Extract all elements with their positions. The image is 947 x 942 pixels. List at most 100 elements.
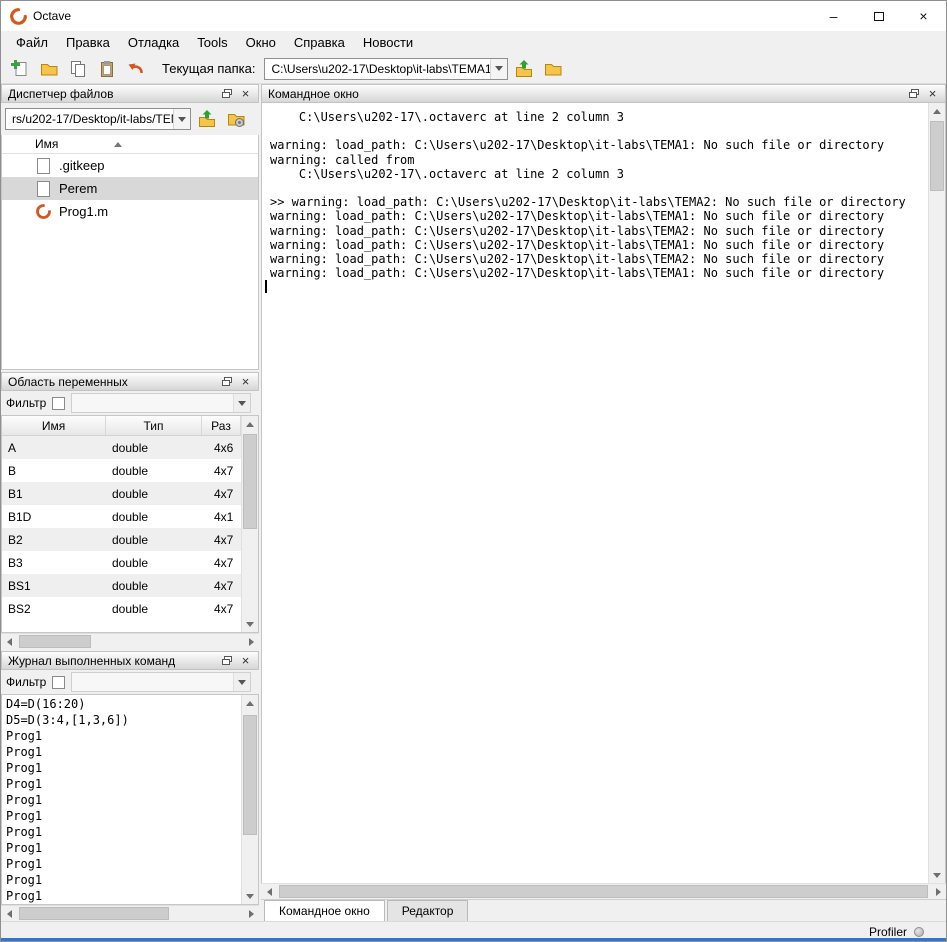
column-header-size[interactable]: Раз: [202, 416, 241, 435]
history-item[interactable]: Prog1: [2, 760, 241, 776]
history-item[interactable]: Prog1: [2, 856, 241, 872]
history-item[interactable]: Prog1: [2, 776, 241, 792]
file-row[interactable]: Prog1.m: [2, 200, 258, 223]
menu-edit[interactable]: Правка: [57, 33, 119, 52]
vertical-scrollbar[interactable]: [241, 695, 258, 904]
scrollbar-track[interactable]: [17, 634, 243, 649]
horizontal-scrollbar[interactable]: [261, 883, 946, 899]
new-script-button[interactable]: [7, 56, 33, 82]
combo-dropdown-button[interactable]: [233, 394, 250, 412]
history-item[interactable]: Prog1: [2, 744, 241, 760]
history-item[interactable]: Prog1: [2, 872, 241, 888]
scrollbar-track[interactable]: [277, 884, 930, 899]
close-panel-button[interactable]: ×: [236, 374, 255, 389]
scrollbar-track[interactable]: [242, 432, 258, 616]
close-panel-button[interactable]: ×: [923, 86, 942, 101]
menu-news[interactable]: Новости: [354, 33, 422, 52]
scrollbar-thumb[interactable]: [243, 434, 257, 529]
open-button[interactable]: [36, 56, 62, 82]
scroll-down-button[interactable]: [929, 867, 945, 883]
history-item[interactable]: Prog1: [2, 728, 241, 744]
minimize-button[interactable]: –: [811, 1, 856, 31]
menu-tools[interactable]: Tools: [188, 33, 236, 52]
folder-actions-button[interactable]: [223, 106, 249, 132]
scroll-right-button[interactable]: [243, 634, 259, 649]
undo-button[interactable]: [123, 56, 149, 82]
scrollbar-track[interactable]: [242, 711, 258, 888]
menu-help[interactable]: Справка: [285, 33, 354, 52]
scroll-left-button[interactable]: [1, 634, 17, 649]
folder-up-button[interactable]: [511, 56, 537, 82]
variable-row[interactable]: BS1 double 4x7: [2, 574, 241, 597]
combo-dropdown-button[interactable]: [233, 673, 250, 691]
vertical-scrollbar[interactable]: [241, 416, 258, 632]
file-row[interactable]: Perem: [2, 177, 258, 200]
menu-debug[interactable]: Отладка: [119, 33, 188, 52]
scroll-up-button[interactable]: [242, 416, 258, 432]
scrollbar-thumb[interactable]: [243, 715, 257, 835]
browse-folder-button[interactable]: [540, 56, 566, 82]
profiler-status-icon[interactable]: [914, 927, 924, 937]
combo-dropdown-button[interactable]: [490, 59, 507, 79]
scroll-up-button[interactable]: [242, 695, 258, 711]
scroll-right-button[interactable]: [930, 884, 946, 899]
menu-window[interactable]: Окно: [237, 33, 285, 52]
undock-button[interactable]: [217, 653, 236, 668]
scrollbar-thumb[interactable]: [19, 907, 169, 920]
scrollbar-thumb[interactable]: [19, 635, 91, 648]
scroll-up-button[interactable]: [929, 103, 945, 119]
scroll-right-button[interactable]: [243, 906, 259, 921]
history-item[interactable]: Prog1: [2, 792, 241, 808]
variable-row[interactable]: A double 4x6: [2, 436, 241, 459]
variable-row[interactable]: BS2 double 4x7: [2, 597, 241, 620]
filter-combobox[interactable]: [71, 672, 251, 692]
paste-button[interactable]: [94, 56, 120, 82]
maximize-button[interactable]: [856, 1, 901, 31]
horizontal-scrollbar[interactable]: [1, 905, 259, 921]
scroll-left-button[interactable]: [1, 906, 17, 921]
undock-button[interactable]: [217, 86, 236, 101]
combo-dropdown-button[interactable]: [173, 109, 190, 129]
menu-file[interactable]: Файл: [7, 33, 57, 52]
history-item[interactable]: D5=D(3:4,[1,3,6]): [2, 712, 241, 728]
terminal-output-area[interactable]: C:\Users\u202-17\.octaverc at line 2 col…: [262, 103, 928, 883]
scrollbar-thumb[interactable]: [930, 121, 944, 191]
history-item[interactable]: D4=D(16:20): [2, 696, 241, 712]
copy-button[interactable]: [65, 56, 91, 82]
column-header-type[interactable]: Тип: [106, 416, 202, 435]
folder-up-button[interactable]: [194, 106, 220, 132]
filter-combobox[interactable]: [71, 393, 251, 413]
tab-command-window[interactable]: Командное окно: [264, 900, 385, 922]
horizontal-scrollbar[interactable]: [1, 633, 259, 649]
tab-editor[interactable]: Редактор: [387, 900, 469, 921]
variable-row[interactable]: B1 double 4x7: [2, 482, 241, 505]
close-button[interactable]: ×: [901, 1, 946, 31]
undock-button[interactable]: [904, 86, 923, 101]
file-list-header-name[interactable]: Имя: [2, 135, 258, 154]
history-item[interactable]: Prog1: [2, 840, 241, 856]
variable-row[interactable]: B3 double 4x7: [2, 551, 241, 574]
close-panel-button[interactable]: ×: [236, 653, 255, 668]
variable-row[interactable]: B1D double 4x1: [2, 505, 241, 528]
file-row[interactable]: .gitkeep: [2, 154, 258, 177]
scrollbar-thumb[interactable]: [279, 885, 928, 898]
file-browser-path-combobox[interactable]: rs/u202-17/Desktop/it-labs/TEMA1: [5, 108, 191, 130]
undock-button[interactable]: [217, 374, 236, 389]
current-folder-combobox[interactable]: C:\Users\u202-17\Desktop\it-labs\TEMA1: [264, 58, 508, 80]
close-panel-button[interactable]: ×: [236, 86, 255, 101]
variable-row[interactable]: B double 4x7: [2, 459, 241, 482]
vertical-scrollbar[interactable]: [928, 103, 945, 883]
scroll-down-button[interactable]: [242, 888, 258, 904]
bottom-tab-bar: Командное окно Редактор: [261, 899, 946, 921]
scroll-down-button[interactable]: [242, 616, 258, 632]
scrollbar-track[interactable]: [17, 906, 243, 921]
scroll-left-button[interactable]: [261, 884, 277, 899]
filter-checkbox[interactable]: [52, 397, 65, 410]
filter-checkbox[interactable]: [52, 676, 65, 689]
history-item[interactable]: Prog1: [2, 808, 241, 824]
history-item[interactable]: Prog1: [2, 888, 241, 904]
scrollbar-track[interactable]: [929, 119, 945, 867]
variable-row[interactable]: B2 double 4x7: [2, 528, 241, 551]
column-header-name[interactable]: Имя: [2, 416, 106, 435]
history-item[interactable]: Prog1: [2, 824, 241, 840]
